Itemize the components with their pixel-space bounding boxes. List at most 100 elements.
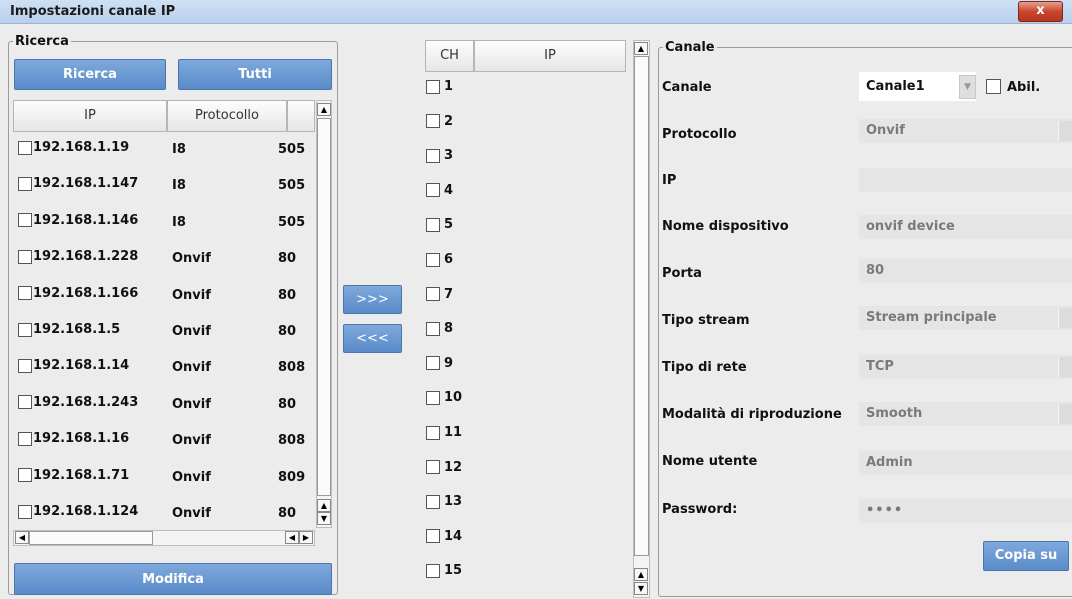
column-header-protocol[interactable]: Protocollo — [167, 100, 287, 132]
channel-select[interactable]: Canale1 ▼ — [859, 72, 976, 101]
row-checkbox[interactable] — [18, 504, 32, 519]
row-checkbox[interactable] — [18, 249, 32, 264]
channel-row[interactable]: 5 — [426, 217, 453, 237]
channel-number: 1 — [444, 79, 454, 94]
row-ip-cell: 192.168.1.19 — [18, 140, 129, 155]
channel-row[interactable]: 8 — [426, 321, 453, 341]
row-ip: 192.168.1.228 — [33, 249, 139, 265]
scroll-up-icon[interactable]: ▲ — [317, 499, 331, 512]
channel-checkbox[interactable] — [426, 356, 440, 371]
channel-row[interactable]: 13 — [426, 494, 462, 514]
chevron-down-icon: ▼ — [959, 75, 976, 99]
channel-row[interactable]: 2 — [426, 114, 453, 134]
row-port: 505 — [278, 142, 306, 157]
channel-checkbox[interactable] — [426, 148, 440, 163]
column-header-channel-ip[interactable]: IP — [474, 40, 626, 72]
channel-row[interactable]: 9 — [426, 356, 453, 376]
scroll-up-icon[interactable]: ▲ — [317, 103, 331, 116]
chevron-down-icon — [1058, 121, 1072, 141]
channel-checkbox[interactable] — [426, 183, 440, 198]
network-type-select-value: TCP — [866, 359, 894, 374]
channel-row[interactable]: 12 — [426, 460, 462, 480]
channel-checkbox[interactable] — [426, 114, 440, 129]
channel-checkbox[interactable] — [426, 79, 440, 94]
scroll-left-icon[interactable]: ◀ — [15, 531, 29, 544]
row-protocol: Onvif — [172, 251, 211, 267]
channel-checkbox[interactable] — [426, 287, 440, 302]
password-field[interactable]: •••• — [859, 499, 1072, 523]
row-protocol: Onvif — [172, 469, 211, 485]
row-ip: 192.168.1.19 — [33, 140, 130, 155]
channel-checkbox[interactable] — [426, 460, 440, 475]
channel-row[interactable]: 14 — [426, 529, 462, 549]
channel-checkbox[interactable] — [426, 425, 440, 440]
row-checkbox[interactable] — [18, 322, 32, 337]
row-checkbox[interactable] — [18, 358, 32, 373]
channel-number: 5 — [444, 217, 454, 233]
channel-number: 12 — [444, 459, 463, 475]
channel-row[interactable]: 1 — [426, 79, 453, 99]
scroll-right-icon[interactable]: ▶ — [299, 531, 313, 544]
search-list-scroll-thumb[interactable] — [317, 118, 331, 496]
column-header-port[interactable] — [287, 100, 315, 132]
network-type-select[interactable]: TCP — [859, 355, 1072, 379]
all-button[interactable]: Tutti — [178, 59, 332, 90]
row-ip-cell: 192.168.1.146 — [18, 213, 138, 228]
row-checkbox[interactable] — [18, 431, 32, 446]
channel-row[interactable]: 6 — [426, 252, 453, 272]
add-to-channel-button[interactable]: >>> — [343, 285, 402, 314]
channel-checkbox[interactable] — [426, 494, 440, 509]
channel-checkbox[interactable] — [426, 390, 440, 405]
protocol-label: Protocollo — [662, 127, 737, 142]
protocol-select[interactable]: Onvif — [859, 119, 1072, 143]
username-field[interactable]: Admin — [859, 451, 1072, 475]
row-checkbox[interactable] — [18, 140, 32, 155]
scroll-up-icon[interactable]: ▲ — [634, 568, 648, 581]
scroll-left-icon[interactable]: ◀ — [285, 531, 299, 544]
channel-list-scroll-thumb[interactable] — [634, 56, 649, 556]
scroll-down-icon[interactable]: ▼ — [317, 512, 331, 525]
row-ip: 192.168.1.14 — [33, 358, 130, 374]
modify-button[interactable]: Modifica — [14, 563, 332, 595]
row-checkbox[interactable] — [18, 395, 32, 410]
column-header-ch[interactable]: CH — [425, 40, 474, 72]
channel-row[interactable]: 10 — [426, 390, 462, 410]
row-ip-cell: 192.168.1.14 — [18, 358, 129, 373]
remove-from-channel-button[interactable]: <<< — [343, 324, 402, 353]
row-checkbox[interactable] — [18, 468, 32, 483]
port-field[interactable]: 80 — [859, 259, 1072, 283]
close-button[interactable]: x — [1018, 1, 1063, 22]
search-list-hscroll-thumb[interactable] — [29, 531, 153, 545]
scroll-down-icon[interactable]: ▼ — [634, 582, 648, 595]
channel-row[interactable]: 4 — [426, 183, 453, 203]
channel-row[interactable]: 11 — [426, 425, 462, 445]
playback-mode-select[interactable]: Smooth — [859, 402, 1072, 426]
column-header-ip[interactable]: IP — [13, 100, 167, 132]
channel-checkbox[interactable] — [426, 529, 440, 544]
stream-type-select[interactable]: Stream principale — [859, 306, 1072, 330]
row-port: 809 — [278, 469, 306, 485]
device-name-field[interactable]: onvif device — [859, 215, 1072, 239]
channel-checkbox[interactable] — [426, 217, 440, 232]
row-protocol: Onvif — [172, 324, 211, 339]
search-button[interactable]: Ricerca — [14, 59, 166, 90]
channel-row[interactable]: 3 — [426, 148, 453, 168]
row-checkbox[interactable] — [18, 213, 32, 228]
enable-checkbox[interactable] — [986, 79, 1001, 94]
row-checkbox[interactable] — [18, 176, 32, 191]
row-protocol: Onvif — [172, 506, 211, 521]
copy-to-button[interactable]: Copia su — [983, 541, 1069, 571]
network-type-label: Tipo di rete — [662, 360, 747, 375]
channel-checkbox[interactable] — [426, 252, 440, 267]
row-ip: 192.168.1.16 — [33, 431, 130, 447]
channel-row[interactable]: 7 — [426, 287, 453, 307]
channel-number: 11 — [444, 425, 463, 440]
channel-checkbox[interactable] — [426, 563, 440, 578]
scroll-up-icon[interactable]: ▲ — [634, 42, 648, 55]
channel-row[interactable]: 15 — [426, 563, 462, 583]
row-protocol: I8 — [172, 178, 186, 194]
channel-checkbox[interactable] — [426, 321, 440, 336]
ip-field[interactable] — [859, 168, 1072, 192]
channel-label: Canale — [662, 80, 712, 95]
row-checkbox[interactable] — [18, 286, 32, 301]
